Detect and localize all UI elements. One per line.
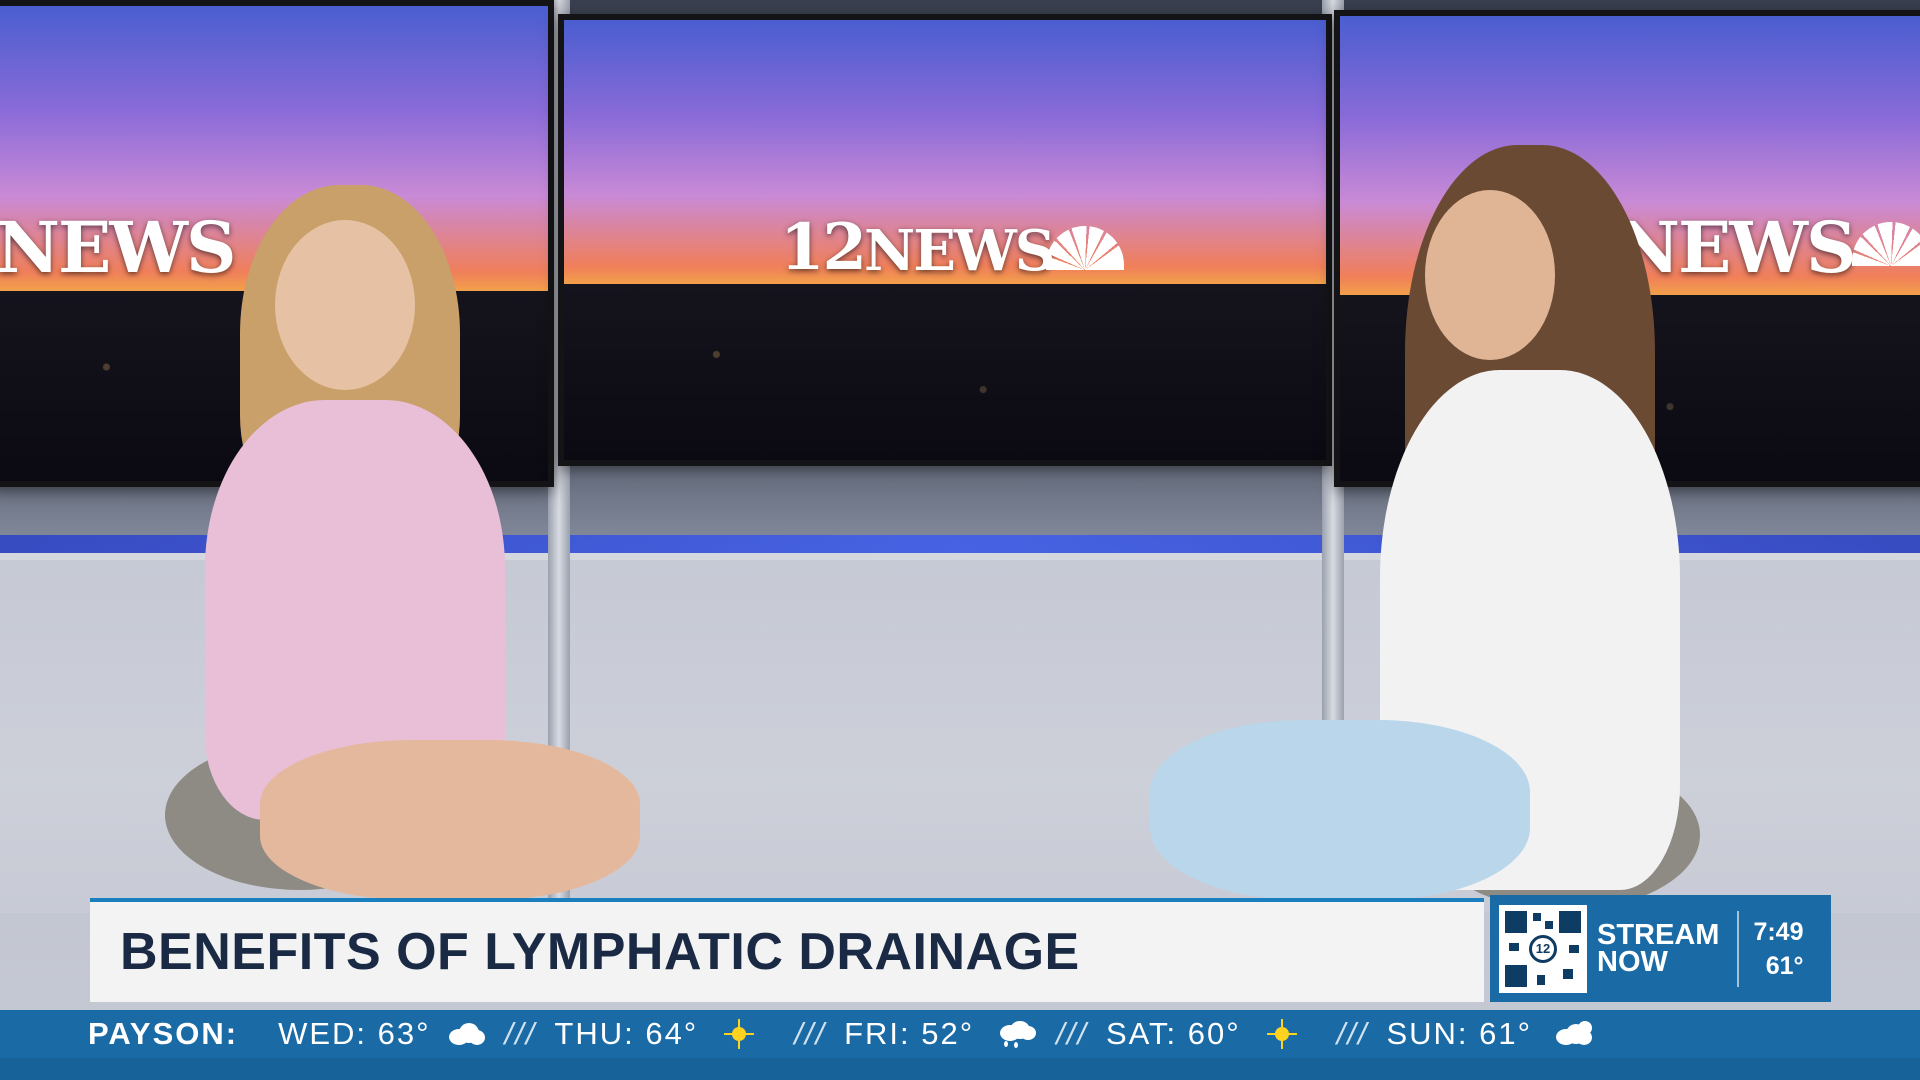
ticker-day-label: SUN: 61° [1386,1016,1533,1051]
left-monitor-logo: NEWS [0,206,237,289]
right-monitor-logo: NEWS [1616,206,1857,289]
guest-right-face [1425,190,1555,360]
time-temp-block: 7:49 61° [1753,915,1803,983]
ticker-day-label: WED: 63° [278,1016,431,1051]
ticker-separator: /// [1056,1016,1088,1051]
stream-now-box: 12 STREAM NOW 7:49 61° [1490,895,1831,1002]
ticker-separator: /// [794,1016,827,1051]
ticker-day-thu: THU: 64° [554,1016,755,1052]
sun-icon [1266,1019,1297,1049]
ticker-day-label: THU: 64° [554,1016,699,1051]
stream-line2: NOW [1597,945,1668,978]
sun-icon [724,1019,755,1049]
city-lights [564,284,1326,460]
weather-ticker: PAYSON: WED: 63° /// THU: 64° /// FRI: 5… [0,1010,1920,1058]
guest-right-pants [1150,720,1530,900]
ticker-day-wed: WED: 63° [278,1016,486,1052]
ticker-day-fri: FRI: 52° [844,1016,1038,1052]
stream-divider [1737,910,1740,987]
center-logo-number: 12 [780,210,867,285]
stream-line1: STREAM [1597,918,1720,951]
qr-12-logo: 12 [1529,934,1557,963]
bottom-band [0,1058,1920,1080]
ticker-separator: /// [504,1016,537,1051]
center-monitor: 12 NEWS [558,14,1332,466]
current-time: 7:49 [1753,917,1804,946]
stream-now-label: STREAM NOW [1597,918,1720,978]
current-temperature: 61° [1765,951,1804,980]
ticker-day-sat: SAT: 60° [1106,1016,1297,1052]
rain-cloud-icon [996,1021,1038,1048]
ticker-day-label: FRI: 52° [844,1016,975,1051]
ticker-day-label: SAT: 60° [1105,1016,1241,1051]
qr-code-icon: 12 [1499,904,1587,993]
partly-cloudy-icon [1554,1021,1596,1047]
host-left-legs [260,740,640,900]
ticker-separator: /// [1336,1016,1369,1051]
center-logo-word: NEWS [864,218,1055,284]
ticker-location: PAYSON: [88,1016,239,1051]
headline-text: BENEFITS OF LYMPHATIC DRAINAGE [120,923,1080,981]
host-left-face [275,220,415,390]
lower-third-banner: BENEFITS OF LYMPHATIC DRAINAGE [90,898,1484,1002]
partly-cloudy-icon [445,1021,487,1047]
ticker-day-sun: SUN: 61° [1386,1016,1596,1052]
